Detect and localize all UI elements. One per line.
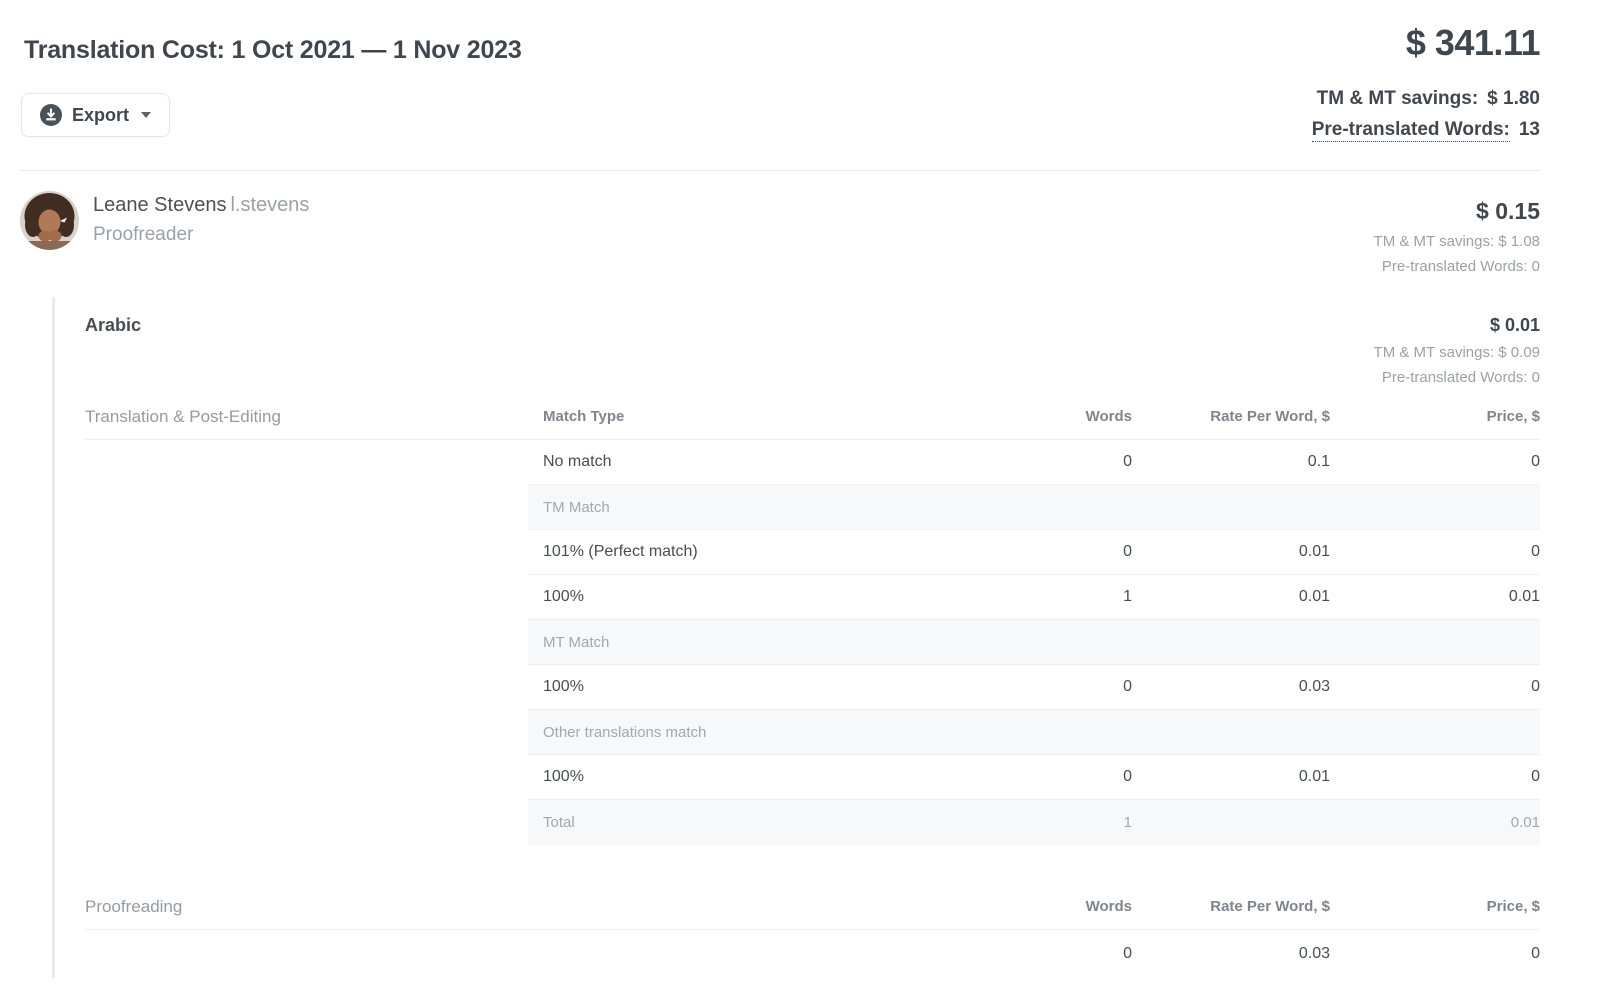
match-type-cell: 100% [528,768,1012,786]
user-summary: Leane Stevensl.stevens Proofreader $ 0.1… [20,171,1540,275]
rate-cell: 0.01 [1132,768,1330,786]
table-row: 100% 0 0.03 0 [528,665,1540,710]
match-type-cell: 100% [528,678,1012,696]
match-type-cell: No match [528,453,1012,471]
column-header-price: Price, $ [1330,408,1540,425]
column-header-words: Words [1012,898,1132,915]
user-pretranslated-words: Pre-translated Words: 0 [1374,258,1540,275]
language-cost-summary: $ 0.01 TM & MT savings: $ 0.09 Pre-trans… [1374,315,1540,386]
price-cell: 0 [1330,453,1540,471]
report-header-left: Translation Cost: 1 Oct 2021 — 1 Nov 202… [20,0,522,137]
user-tm-mt-savings: TM & MT savings: $ 1.08 [1374,233,1540,250]
table-row: TM Match [528,485,1540,530]
table-row: 100% 1 0.01 0.01 [528,575,1540,620]
table-row: Other translations match [528,710,1540,755]
proofreading-table: Proofreading Words Rate Per Word, $ Pric… [85,884,1540,978]
user-price: $ 0.15 [1374,198,1540,225]
export-button-label: Export [72,105,129,126]
language-tm-mt-savings: TM & MT savings: $ 0.09 [1374,344,1540,361]
column-header-price: Price, $ [1330,898,1540,915]
words-cell: 0 [1012,678,1132,696]
match-type-cell: 100% [528,588,1012,606]
user-meta: Leane Stevensl.stevens Proofreader [93,191,309,275]
table-row: 100% 0 0.01 0 [528,755,1540,800]
rate-cell: 0.01 [1132,588,1330,606]
language-name: Arabic [85,315,141,386]
column-header-words: Words [1012,408,1132,425]
column-header-rate: Rate Per Word, $ [1132,898,1330,915]
table-row: 101% (Perfect match) 0 0.01 0 [528,530,1540,575]
match-type-cell: 101% (Perfect match) [528,543,1012,561]
user-cost-summary: $ 0.15 TM & MT savings: $ 1.08 Pre-trans… [1374,191,1540,275]
match-type-cell: Other translations match [528,724,1540,741]
words-cell: 1 [1012,814,1132,831]
report-totals: $ 341.11 TM & MT savings: $ 1.80 Pre-tran… [1312,0,1540,141]
pretranslated-words-value: 13 [1519,119,1540,140]
column-header-match-type: Match Type [528,408,1012,425]
match-type-cell: Total [528,814,1012,831]
section-label-proofreading: Proofreading [85,897,1012,917]
words-cell: 0 [1012,945,1132,963]
translation-cost-report: Translation Cost: 1 Oct 2021 — 1 Nov 202… [0,0,1600,978]
price-cell: 0 [1330,768,1540,786]
price-cell: 0.01 [1330,588,1540,606]
price-cell: 0.01 [1330,814,1540,831]
words-cell: 0 [1012,768,1132,786]
total-cost: $ 341.11 [1312,22,1540,64]
user-identity: Leane Stevensl.stevens Proofreader [20,191,309,275]
language-pretranslated-words: Pre-translated Words: 0 [1374,369,1540,386]
table-row: Total 1 0.01 [528,800,1540,845]
price-cell: 0 [1330,543,1540,561]
user-role: Proofreader [93,224,309,246]
table-row: 0 0.03 0 [85,930,1540,978]
total-tm-mt-savings: TM & MT savings: $ 1.80 [1312,88,1540,110]
user-name-line: Leane Stevensl.stevens [93,194,309,217]
language-header: Arabic $ 0.01 TM & MT savings: $ 0.09 Pr… [85,297,1540,386]
page-title: Translation Cost: 1 Oct 2021 — 1 Nov 202… [24,36,522,65]
export-button[interactable]: Export [21,93,170,137]
pretranslated-words-label[interactable]: Pre-translated Words: [1312,119,1510,142]
rate-cell: 0.03 [1132,945,1330,963]
column-header-rate: Rate Per Word, $ [1132,408,1330,425]
translation-table-body: No match 0 0.1 0 TM Match 101% (Perfect … [85,440,1540,845]
words-cell: 0 [1012,543,1132,561]
tm-mt-savings-value: $ 1.80 [1487,88,1540,109]
rate-cell: 0.1 [1132,453,1330,471]
user-login: l.stevens [230,194,309,216]
table-row: MT Match [528,620,1540,665]
words-cell: 0 [1012,453,1132,471]
section-label-translation: Translation & Post-Editing [85,407,528,427]
language-price: $ 0.01 [1374,315,1540,336]
download-icon [40,104,62,126]
table-row: No match 0 0.1 0 [528,440,1540,485]
words-cell: 1 [1012,588,1132,606]
match-type-cell: TM Match [528,499,1540,516]
report-header: Translation Cost: 1 Oct 2021 — 1 Nov 202… [20,0,1540,141]
total-pretranslated-words: Pre-translated Words: 13 [1312,119,1540,141]
chevron-down-icon [141,112,151,118]
proofreading-table-header: Proofreading Words Rate Per Word, $ Pric… [85,884,1540,930]
price-cell: 0 [1330,945,1540,963]
translation-table-header: Translation & Post-Editing Match Type Wo… [85,394,1540,440]
avatar [20,191,79,250]
proofreading-table-body: 0 0.03 0 [85,930,1540,978]
rate-cell: 0.01 [1132,543,1330,561]
user-full-name: Leane Stevens [93,194,226,216]
tm-mt-savings-label: TM & MT savings: [1317,88,1479,109]
translation-post-editing-table: Translation & Post-Editing Match Type Wo… [85,394,1540,845]
language-section-arabic: Arabic $ 0.01 TM & MT savings: $ 0.09 Pr… [52,297,1540,978]
rate-cell: 0.03 [1132,678,1330,696]
match-type-cell: MT Match [528,634,1540,651]
price-cell: 0 [1330,678,1540,696]
